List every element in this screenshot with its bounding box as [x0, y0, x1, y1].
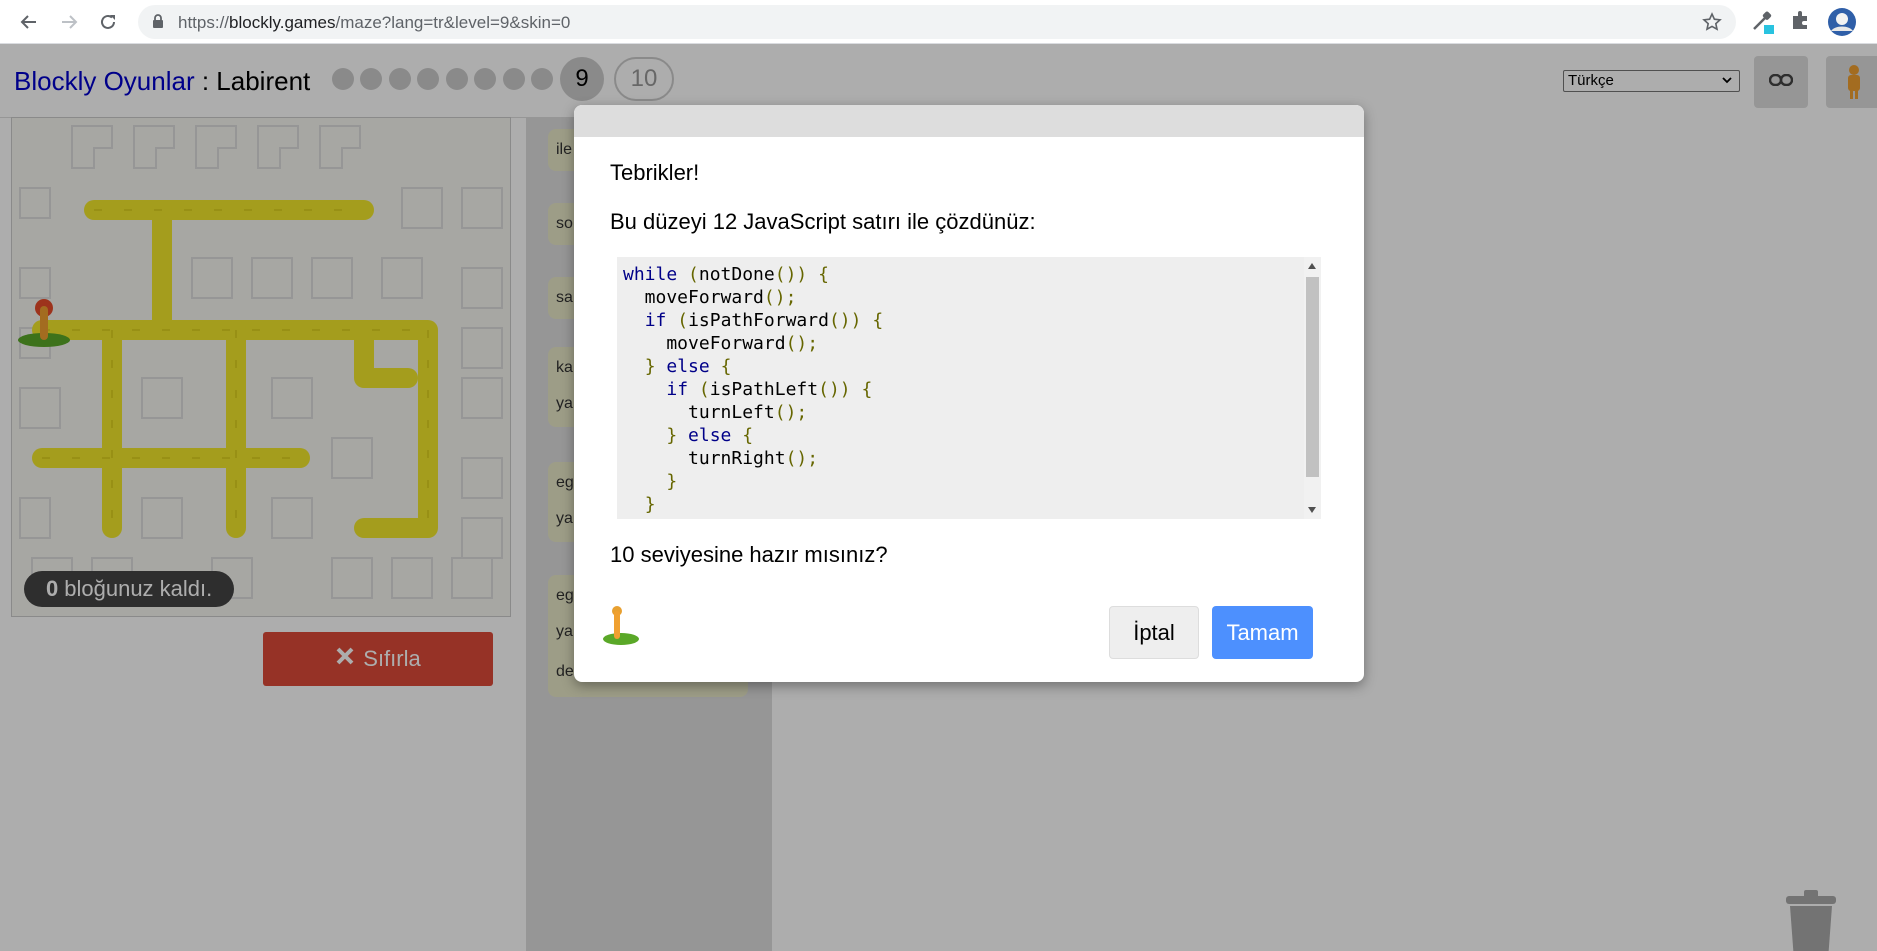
- browser-toolbar: https://blockly.games/maze?lang=tr&level…: [0, 0, 1877, 44]
- solved-message: Bu düzeyi 12 JavaScript satırı ile çözdü…: [610, 209, 1036, 234]
- dialog-heading: Tebrikler!: [610, 160, 700, 185]
- next-level-question: 10 seviyesine hazır mısınız?: [610, 542, 888, 567]
- profile-avatar[interactable]: [1827, 7, 1857, 42]
- puzzle-extension-icon[interactable]: [1790, 9, 1812, 36]
- forward-icon[interactable]: [56, 9, 82, 35]
- scroll-thumb[interactable]: [1306, 277, 1319, 477]
- cancel-button[interactable]: İptal: [1109, 606, 1199, 659]
- url-host: blockly.games: [229, 13, 336, 32]
- eyedropper-extension-icon[interactable]: [1750, 9, 1776, 40]
- ok-button[interactable]: Tamam: [1212, 606, 1313, 659]
- url-text[interactable]: https://blockly.games/maze?lang=tr&level…: [178, 13, 570, 33]
- code-scrollbar[interactable]: [1304, 257, 1321, 519]
- address-bar[interactable]: https://blockly.games/maze?lang=tr&level…: [138, 5, 1736, 39]
- dialog-titlebar[interactable]: [574, 105, 1364, 137]
- url-path: /maze?lang=tr&level=9&skin=0: [335, 13, 571, 32]
- code-viewer[interactable]: while (notDone()) { moveForward(); if (i…: [617, 257, 1321, 519]
- scroll-up-arrow[interactable]: [1308, 263, 1316, 269]
- back-icon[interactable]: [16, 9, 42, 35]
- scroll-down-arrow[interactable]: [1308, 507, 1316, 513]
- reload-icon[interactable]: [95, 9, 121, 35]
- pegman-icon: [601, 605, 643, 654]
- generated-code: while (notDone()) { moveForward(); if (i…: [623, 264, 884, 515]
- url-scheme: https://: [178, 13, 230, 32]
- congratulations-dialog: Tebrikler! Bu düzeyi 12 JavaScript satır…: [574, 105, 1364, 682]
- lock-icon[interactable]: [152, 14, 164, 34]
- star-icon[interactable]: [1702, 12, 1722, 37]
